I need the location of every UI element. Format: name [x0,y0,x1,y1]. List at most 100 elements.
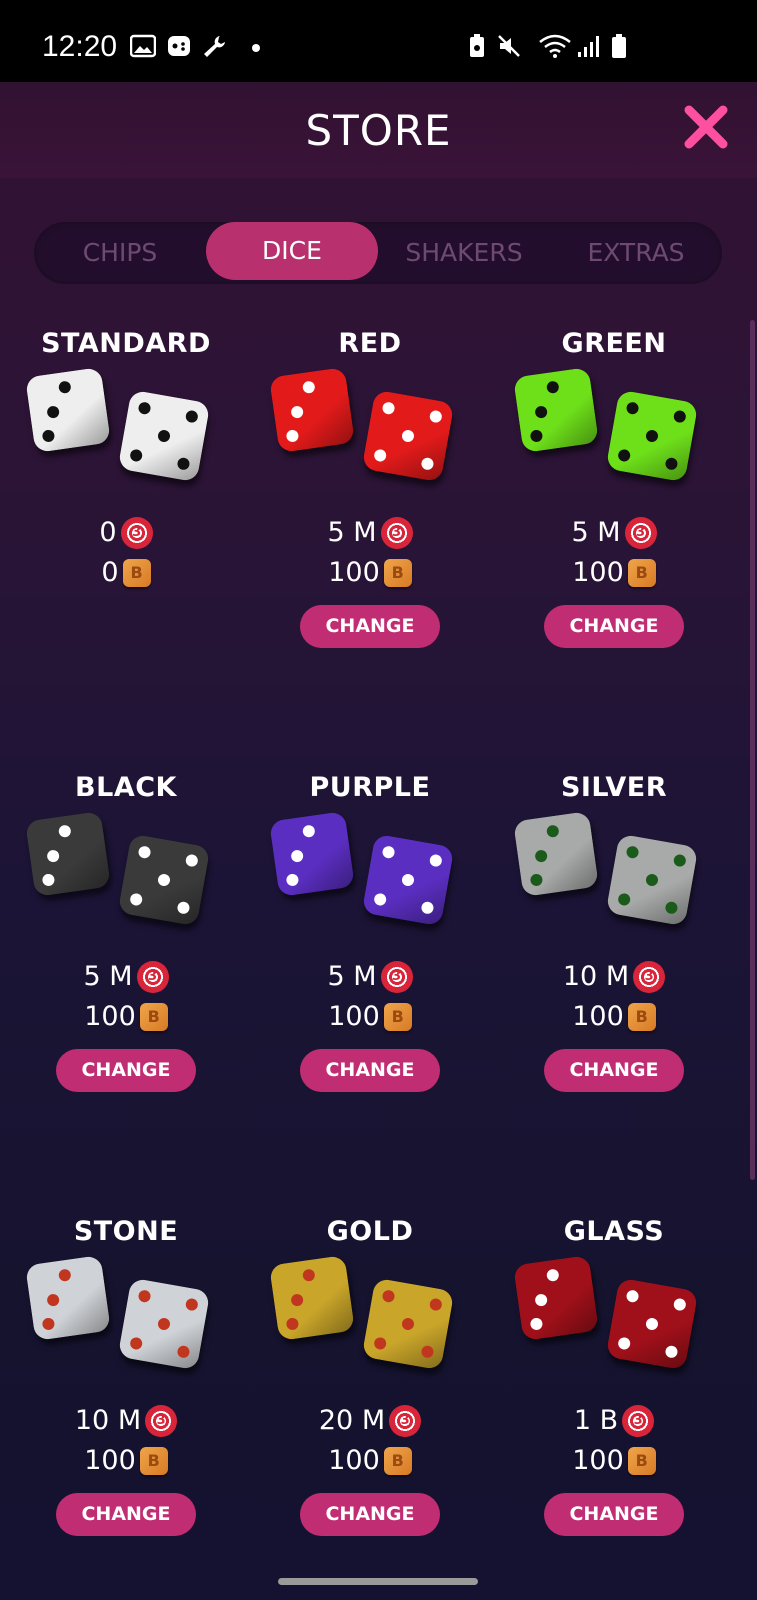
battery-icon [612,34,626,58]
change-button[interactable]: CHANGE [300,1493,440,1536]
chips-price-value: 5 M [83,961,133,992]
chips-price: 10 M [492,957,736,997]
scrollbar[interactable] [750,320,755,1180]
die-icon [361,389,455,483]
dice-item-name: STANDARD [41,328,211,359]
change-button[interactable]: CHANGE [544,1493,684,1536]
die-icon [361,833,455,927]
die-icon [117,389,211,483]
dice-item-name: GREEN [561,328,667,359]
dice-item: RED 5 M 100 CHANGE [248,326,492,648]
chips-price-value: 10 M [74,1405,142,1436]
tab-extras[interactable]: EXTRAS [550,222,722,284]
bucks-price: 100 [248,553,492,593]
chips-price: 1 B [492,1401,736,1441]
status-time: 12:20 [42,30,118,63]
dice-item: STANDARD 0 0 [4,326,248,593]
die-icon [117,833,211,927]
die-icon [513,1255,599,1341]
store-header: STORE [0,82,757,178]
chips-price-value: 5 M [327,517,377,548]
dice-item: SILVER 10 M 100 CHANGE [492,770,736,1092]
bucks-price-value: 100 [572,1445,624,1476]
dice-item: PURPLE 5 M 100 CHANGE [248,770,492,1092]
dice-image [248,811,492,951]
die-icon [361,1277,455,1371]
dice-image [4,811,248,951]
chips-price: 5 M [248,957,492,997]
die-icon [269,367,355,453]
die-icon [605,833,699,927]
dice-item: GLASS 1 B 100 CHANGE [492,1214,736,1536]
chips-price-value: 1 B [573,1405,619,1436]
dice-item: GOLD 20 M 100 CHANGE [248,1214,492,1536]
bucks-icon [627,1447,656,1475]
die-icon [25,811,111,897]
dice-image [492,811,736,951]
home-indicator[interactable] [278,1578,478,1585]
chip-icon [380,517,413,549]
dice-item-name: PURPLE [309,772,431,803]
notification-dot [252,44,260,52]
dice-image [248,1255,492,1395]
dice-item: GREEN 5 M 100 CHANGE [492,326,736,648]
game-icon [168,36,190,56]
chip-icon [380,961,413,993]
bucks-price: 100 [4,1441,248,1481]
chip-icon [136,961,169,993]
bucks-icon [139,1447,168,1475]
dice-image [4,367,248,507]
dice-item-name: SILVER [560,772,668,803]
die-icon [513,367,599,453]
bucks-price-value: 100 [328,1001,380,1032]
chips-price: 0 [4,513,248,553]
die-icon [605,1277,699,1371]
bucks-price-value: 100 [328,1445,380,1476]
mute-icon [498,35,520,57]
change-button[interactable]: CHANGE [300,1049,440,1092]
bucks-icon [383,1447,412,1475]
close-icon[interactable] [683,104,729,150]
chip-icon [145,1405,178,1437]
bucks-price-value: 0 [101,557,119,588]
dice-image [248,367,492,507]
die-icon [513,811,599,897]
chip-icon [624,517,657,549]
bucks-icon [383,559,412,587]
wifi-icon [539,34,571,58]
change-button[interactable]: CHANGE [56,1493,196,1536]
die-icon [25,367,111,453]
bucks-price: 100 [492,553,736,593]
tab-shakers[interactable]: SHAKERS [378,222,550,284]
bucks-icon [122,559,151,587]
chips-price: 10 M [4,1401,248,1441]
chips-price: 20 M [248,1401,492,1441]
chip-icon [120,517,153,549]
dice-item: STONE 10 M 100 CHANGE [4,1214,248,1536]
die-icon [605,389,699,483]
bucks-icon [627,1003,656,1031]
bucks-price: 100 [492,1441,736,1481]
change-button[interactable]: CHANGE [544,605,684,648]
chip-icon [622,1405,655,1437]
battery-saver-icon [470,34,484,57]
dice-image [492,1255,736,1395]
chips-price: 5 M [4,957,248,997]
bucks-price: 100 [248,1441,492,1481]
chips-price-value: 10 M [562,961,630,992]
page-title: STORE [305,106,452,155]
tab-dice[interactable]: DICE [206,222,378,280]
chip-icon [389,1405,422,1437]
bucks-price: 100 [248,997,492,1037]
change-button[interactable]: CHANGE [544,1049,684,1092]
tab-chips[interactable]: CHIPS [34,222,206,284]
dice-item-name: STONE [73,1216,179,1247]
wrench-icon [204,36,225,57]
dice-item-name: RED [338,328,402,359]
change-button[interactable]: CHANGE [300,605,440,648]
bucks-price: 100 [492,997,736,1037]
bucks-price: 0 [4,553,248,593]
signal-icon [578,36,599,57]
bucks-price: 100 [4,997,248,1037]
change-button[interactable]: CHANGE [56,1049,196,1092]
